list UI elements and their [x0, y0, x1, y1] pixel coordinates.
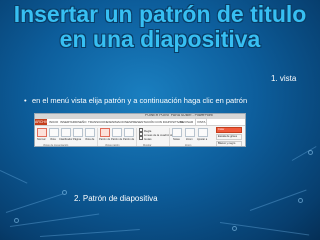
ribbon-screenshot: POWER POINT PARA SUBIR - PowerPoint ARCH…	[34, 113, 246, 147]
screenshot-window-title: POWER POINT PARA SUBIR - PowerPoint	[145, 113, 213, 117]
ribbon-separator	[169, 128, 170, 146]
group-label-master-views: Vistas patrón	[105, 144, 120, 147]
ribbon-label-normal: Normal	[37, 138, 46, 141]
ribbon-label-patron-notas: Patrón de	[123, 138, 135, 141]
bullet-instruction: • en el menú vista elija patrón y a cont…	[24, 96, 264, 106]
option-grayscale: Escala de grises	[216, 134, 242, 140]
checkbox-guias: Guías	[139, 136, 151, 141]
option-black-white: Blanco y negro	[216, 141, 242, 146]
color-options: Color Escala de grises Blanco y negro	[216, 127, 242, 146]
ribbon-label-vista-de: Vista de	[85, 138, 95, 141]
ribbon-label-patron-diapositivas: Patrón de	[99, 138, 111, 141]
callout-patron: 2. Patrón de diapositiva	[74, 194, 158, 203]
ribbon-label-patron-documentos: Patrón de	[111, 138, 123, 141]
outline-view-icon	[49, 128, 59, 137]
screenshot-ribbon: Normal Vista Clasificador Página Vista d…	[35, 126, 245, 147]
slide-title: Insertar un patrón de titulo en una diap…	[0, 2, 320, 52]
tab-presentacion: PRESENTACIÓN CON DIAPOSITIVAS	[131, 120, 184, 124]
ribbon-label-ajustar: Ajustar a	[197, 138, 208, 141]
notes-icon	[172, 128, 182, 137]
tab-vista: VISTA	[195, 118, 208, 125]
ribbon-label-notas: Notas	[173, 138, 180, 141]
ribbon-separator	[136, 128, 137, 146]
ribbon-label-zoom: Zoom	[186, 138, 193, 141]
screenshot-tabs: ARCHIVO INICIO INSERTAR DISEÑO TRANSICIO…	[35, 118, 245, 126]
slide-title-line-1: Insertar un patrón de titulo	[13, 1, 307, 27]
tab-insertar: INSERTAR	[60, 120, 75, 124]
slide-master-icon	[100, 128, 110, 137]
fit-window-icon	[198, 128, 208, 137]
bullet-dot-icon: •	[24, 96, 27, 105]
notes-master-icon	[124, 128, 134, 137]
slide-title-line-2: en una diapositiva	[59, 26, 261, 52]
tab-inicio: INICIO	[49, 120, 59, 124]
option-color: Color	[216, 127, 242, 133]
slide-sorter-icon	[61, 128, 71, 137]
group-label-show: Mostrar	[143, 144, 152, 147]
bullet-text: en el menú vista elija patrón y a contin…	[32, 96, 248, 105]
handout-master-icon	[112, 128, 122, 137]
normal-view-icon	[37, 128, 47, 137]
ribbon-label-vista: Vista	[50, 138, 56, 141]
group-label-zoom: Zoom	[185, 144, 192, 147]
tab-diseno: DISEÑO	[75, 120, 87, 124]
tab-animaciones: ANIMACIONES	[110, 120, 132, 124]
reading-view-icon	[85, 128, 95, 137]
group-label-presentation-views: Vistas de presentación	[43, 144, 69, 147]
tab-transiciones: TRANSICIONES	[88, 120, 111, 124]
tab-revisar: REVISAR	[180, 120, 194, 124]
notes-page-icon	[73, 128, 83, 137]
callout-vista: 1. vista	[271, 74, 297, 83]
ribbon-separator	[97, 128, 98, 146]
tab-archivo: ARCHIVO	[35, 119, 51, 125]
zoom-icon	[185, 128, 195, 137]
ribbon-label-pagina: Página	[73, 138, 82, 141]
ribbon-label-clasificador: Clasificador	[59, 138, 73, 141]
